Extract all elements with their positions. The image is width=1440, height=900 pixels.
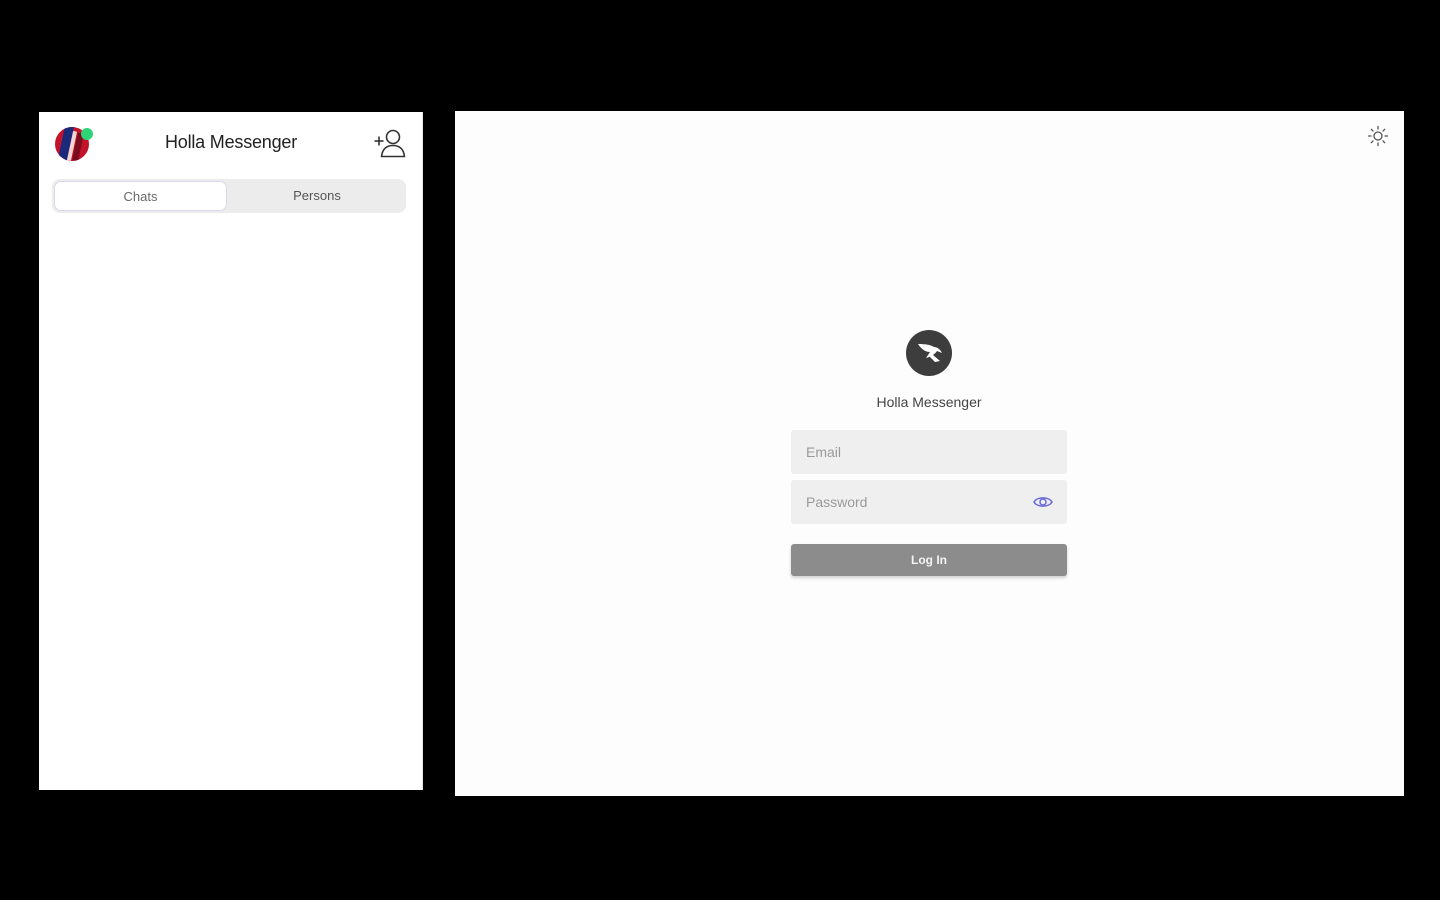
add-person-icon[interactable] [373,128,407,160]
chat-list [39,220,423,790]
password-field-wrapper [791,480,1067,524]
email-field[interactable] [791,430,1067,474]
mobile-header: Holla Messenger [39,112,423,176]
bird-logo-icon [906,330,952,376]
app-title: Holla Messenger [164,132,298,152]
login-form: Holla Messenger Log In [791,330,1067,580]
eye-icon[interactable] [1033,493,1053,511]
tab-persons[interactable]: Persons [230,181,404,211]
bird-logo-icon [918,344,942,362]
desktop-app-panel: Holla Messenger Log In [455,111,1404,796]
login-title: Holla Messenger [876,394,982,410]
tab-bar: Chats Persons [52,179,406,213]
screen: Holla Messenger Chats Persons Holla Mess… [0,0,1440,900]
sun-icon[interactable] [1367,125,1389,147]
login-button[interactable]: Log In [791,544,1067,576]
password-field[interactable] [791,480,1067,524]
tab-chats[interactable]: Chats [54,181,227,211]
email-field-wrapper [791,430,1067,474]
mobile-app-panel: Holla Messenger Chats Persons [39,112,423,790]
